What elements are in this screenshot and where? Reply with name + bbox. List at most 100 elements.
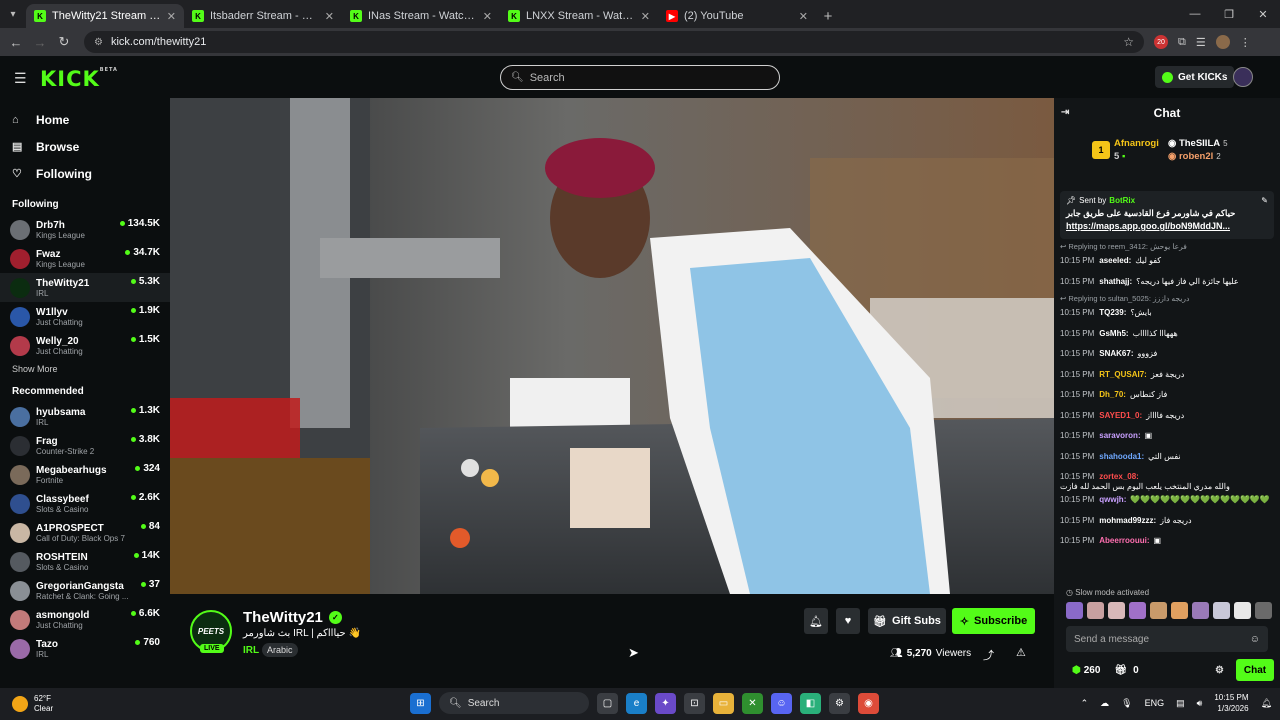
sidebar-channel-megabearhugs[interactable]: Megabearhugs Fortnite 324 [0,460,170,489]
message-username[interactable]: RT_QUSAI7: [1099,370,1147,380]
message-username[interactable]: Abeerroouui: [1099,536,1149,546]
sidebar-channel-welly_20[interactable]: Welly_20 Just Chatting 1.5K [0,331,170,360]
task-view-icon[interactable]: ▢ [597,692,618,714]
collapse-chat-icon[interactable]: ⇥ [1061,107,1069,118]
clock[interactable]: 10:15 PM 1/3/2026 [1214,692,1248,714]
new-tab-button[interactable]: + [816,4,840,28]
bookmark-star-icon[interactable]: ☆ [1123,35,1134,49]
emote-icon[interactable] [1087,602,1104,619]
kick-logo[interactable]: KICKBETA [40,67,118,91]
profile-avatar[interactable] [1215,35,1230,49]
sidebar-nav-home[interactable]: ⌂ Home [0,106,170,133]
sidebar-channel-fwaz[interactable]: Fwaz Kings League 34.7K [0,244,170,273]
tab-close-icon[interactable]: ✕ [325,10,334,23]
browser-tab[interactable]: ▶ (2) YouTube ✕ [658,4,816,28]
store-icon[interactable]: ⊡ [684,692,705,714]
share-icon[interactable]: ⤴ [983,647,994,663]
forward-icon[interactable]: → [28,35,52,50]
message-username[interactable]: SNAK67: [1099,349,1133,359]
maximize-icon[interactable]: ❐ [1212,8,1246,21]
reading-list-icon[interactable]: ☰ [1196,36,1206,49]
chrome-icon[interactable]: ◉ [858,692,879,714]
volume-icon[interactable]: 🔊︎ [1197,698,1203,709]
language-tag[interactable]: Arabic [262,643,298,657]
mic-icon[interactable]: 🎙︎ [1121,698,1132,709]
emote-icon[interactable] [1150,602,1167,619]
subscribe-button[interactable]: ✧ Subscribe [952,608,1035,634]
notification-bell-icon[interactable]: 🔔︎ [804,608,828,634]
message-username[interactable]: SAYED1_0: [1099,411,1142,421]
pinned-link[interactable]: https://maps.app.goo.gl/boN9MddJN... [1066,221,1268,231]
weather-widget[interactable]: 62°F Clear [12,694,53,714]
get-kicks-button[interactable]: Get KICKs [1155,66,1235,88]
tab-close-icon[interactable]: ✕ [641,10,650,23]
browser-tab[interactable]: K LNXX Stream - Watch Live on K ✕ [500,4,658,28]
browser-tab[interactable]: K Itsbaderr Stream - Watch Live o ✕ [184,4,342,28]
sidebar-channel-roshtein[interactable]: ROSHTEIN Slots & Casino 14K [0,547,170,576]
xbox-icon[interactable]: ✕ [742,692,763,714]
message-username[interactable]: Dh_70: [1099,390,1126,400]
gift-balance-icon[interactable]: 🎁︎ [1114,665,1127,676]
sidebar-channel-gregoriangangsta[interactable]: GregorianGangsta Ratchet & Clank: Going … [0,576,170,605]
sidebar-channel-asmongold[interactable]: asmongold Just Chatting 6.6K [0,605,170,634]
message-username[interactable]: aseeled: [1099,256,1131,266]
message-username[interactable]: zortex_08: [1099,472,1139,482]
tab-search-icon[interactable]: ▾ [0,0,26,28]
sidebar-channel-tazo[interactable]: Tazo IRL 760 [0,634,170,663]
sidebar-nav-browse[interactable]: ▤ Browse [0,133,170,160]
app-icon[interactable]: ◧ [800,692,821,714]
site-info-icon[interactable]: ⚙ [94,37,103,48]
search-input[interactable]: 🔍︎ Search [500,65,780,90]
file-explorer-icon[interactable]: ▭ [713,692,734,714]
close-window-icon[interactable]: ✕ [1246,8,1280,21]
emote-icon[interactable] [1255,602,1272,619]
tray-chevron-icon[interactable]: ⌃ [1081,698,1089,709]
sidebar-channel-classybeef[interactable]: Classybeef Slots & Casino 2.6K [0,489,170,518]
sidebar-channel-hyubsama[interactable]: hyubsama IRL 1.3K [0,402,170,431]
taskbar-search[interactable]: 🔍︎ Search [439,692,589,714]
sidebar-channel-thewitty21[interactable]: TheWitty21 IRL 5.3K [0,273,170,302]
user-avatar[interactable] [1233,67,1253,87]
chat-send-button[interactable]: Chat [1236,659,1274,681]
minimize-icon[interactable]: — [1178,8,1212,20]
emote-icon[interactable] [1129,602,1146,619]
reload-icon[interactable]: ↻ [52,34,76,50]
report-icon[interactable]: ⚠ [1016,646,1026,659]
network-icon[interactable]: ▤ [1176,698,1185,709]
channel-name[interactable]: TheWitty21 [243,609,323,626]
leader-third[interactable]: ◉ roben2l 2 [1168,151,1221,162]
sidebar-channel-frag[interactable]: Frag Counter-Strike 2 3.8K [0,431,170,460]
windows-start-icon[interactable]: ⊞ [410,692,431,714]
pinned-message[interactable]: 📌︎ Sent by BotRix ✎ حياكم في شاورمر فرع … [1060,191,1274,239]
chat-message-input[interactable]: Send a message ☺ [1066,626,1268,652]
url-field[interactable]: ⚙ kick.com/thewitty21 ☆ [84,31,1144,53]
extension-badge-icon[interactable]: 20 [1154,35,1168,49]
message-username[interactable]: TQ239: [1099,308,1126,318]
settings-icon[interactable]: ⚙ [829,692,850,714]
category-link[interactable]: IRL [243,645,259,656]
message-username[interactable]: shathajj: [1099,277,1132,287]
notification-icon[interactable]: 🔔︎ [1261,698,1272,709]
edge-icon[interactable]: e [626,692,647,714]
browser-tab[interactable]: K TheWitty21 Stream - Watch ✕ [26,4,184,28]
video-player[interactable] [170,98,1054,594]
unpin-icon[interactable]: ✎ [1261,196,1268,205]
emote-icon[interactable] [1171,602,1188,619]
emoji-picker-icon[interactable]: ☺ [1250,634,1260,645]
emote-icon[interactable] [1213,602,1230,619]
message-username[interactable]: mohmad99zzz: [1099,516,1156,526]
discord-icon[interactable]: ☺ [771,692,792,714]
emote-icon[interactable] [1066,602,1083,619]
kicks-balance-icon[interactable]: ⬢ [1072,665,1081,676]
sidebar-channel-a1prospect[interactable]: A1PROSPECT Call of Duty: Black Ops 7 84 [0,518,170,547]
tab-close-icon[interactable]: ✕ [167,10,176,23]
menu-icon[interactable]: ☰ [14,70,27,87]
cloud-icon[interactable]: ☁ [1100,698,1109,709]
chat-settings-icon[interactable]: ⚙ [1215,665,1224,676]
sidebar-nav-following[interactable]: ♡ Following [0,160,170,187]
copilot-icon[interactable]: ✦ [655,692,676,714]
show-more-link[interactable]: Show More [0,364,170,380]
chrome-menu-icon[interactable]: ⋮ [1240,36,1251,49]
message-username[interactable]: qwwjh: [1099,495,1126,505]
message-username[interactable]: GsMh5: [1099,329,1128,339]
